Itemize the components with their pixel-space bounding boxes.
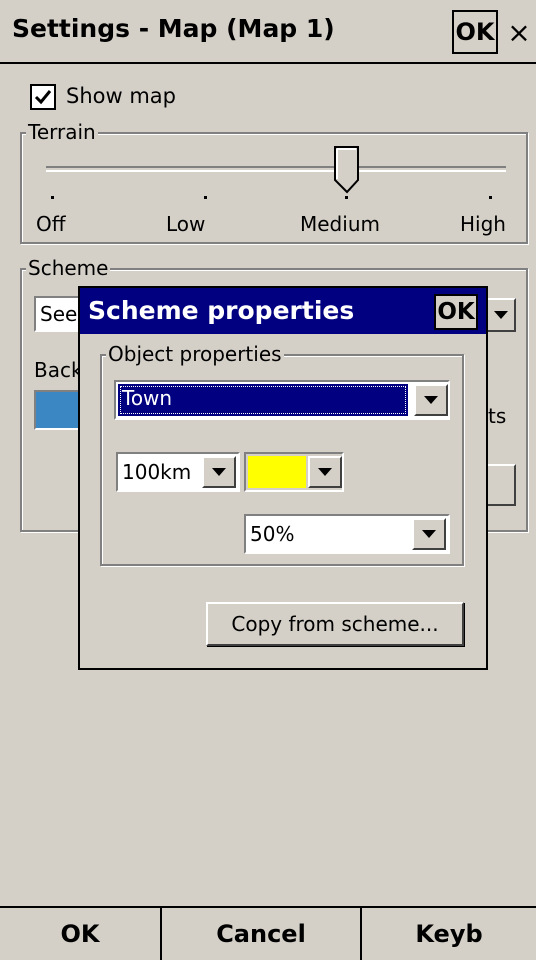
terrain-slider-track[interactable]: [46, 166, 506, 172]
object-type-value: Town: [118, 384, 408, 416]
color-select[interactable]: [244, 452, 344, 492]
scheme-group-label: Scheme: [26, 256, 111, 280]
chevron-down-icon: [422, 530, 436, 538]
background-color-swatch[interactable]: [34, 390, 82, 430]
range-value: 100km: [122, 460, 192, 484]
terrain-label-medium: Medium: [300, 212, 380, 236]
ok-button[interactable]: OK: [0, 908, 162, 960]
dialog-title-bar: Scheme properties OK: [80, 288, 486, 334]
copy-from-scheme-button[interactable]: Copy from scheme...: [206, 602, 464, 646]
keyboard-button[interactable]: Keyb: [362, 908, 536, 960]
close-icon: ×: [507, 15, 531, 49]
chevron-down-icon: [318, 468, 332, 476]
color-dropdown-button[interactable]: [308, 456, 342, 488]
scheme-dropdown-button[interactable]: [486, 298, 516, 332]
title-ok-button[interactable]: OK: [452, 10, 498, 54]
partial-label: ts: [488, 404, 507, 428]
dialog-title: Scheme properties: [88, 296, 355, 325]
object-properties-label: Object properties: [106, 342, 284, 366]
object-type-select[interactable]: Town: [114, 380, 450, 420]
chevron-down-icon: [212, 468, 226, 476]
terrain-label-high: High: [460, 212, 506, 236]
scheme-button-partial[interactable]: [486, 464, 516, 506]
terrain-group: [20, 132, 528, 244]
background-label: Back: [34, 358, 83, 382]
bottom-bar: OK Cancel Keyb: [0, 906, 536, 960]
chevron-down-icon: [424, 396, 438, 404]
show-map-checkbox[interactable]: [30, 84, 56, 110]
terrain-tick-low: [204, 196, 207, 199]
terrain-group-label: Terrain: [26, 120, 98, 144]
terrain-label-off: Off: [36, 212, 66, 236]
show-map-label: Show map: [66, 84, 176, 108]
terrain-label-low: Low: [166, 212, 206, 236]
range-select[interactable]: 100km: [116, 452, 240, 492]
title-bar: Settings - Map (Map 1) OK ×: [0, 0, 536, 64]
close-button[interactable]: ×: [502, 10, 536, 54]
scheme-select-value: See: [40, 302, 78, 326]
copy-from-scheme-label: Copy from scheme...: [231, 612, 439, 636]
terrain-tick-medium: [345, 196, 348, 199]
terrain-tick-off: [51, 196, 54, 199]
window-title: Settings - Map (Map 1): [12, 14, 335, 43]
checkmark-icon: [34, 90, 52, 105]
opacity-select[interactable]: 50%: [244, 514, 450, 554]
object-type-dropdown-button[interactable]: [414, 384, 448, 416]
terrain-slider-thumb[interactable]: [334, 146, 360, 194]
dialog-ok-button[interactable]: OK: [434, 294, 478, 330]
terrain-tick-high: [489, 196, 492, 199]
color-swatch: [248, 456, 306, 488]
range-dropdown-button[interactable]: [202, 456, 236, 488]
scheme-properties-dialog: Scheme properties OK Object properties T…: [78, 286, 488, 670]
chevron-down-icon: [494, 311, 508, 319]
cancel-button[interactable]: Cancel: [162, 908, 362, 960]
opacity-dropdown-button[interactable]: [412, 518, 446, 550]
opacity-value: 50%: [250, 522, 295, 546]
